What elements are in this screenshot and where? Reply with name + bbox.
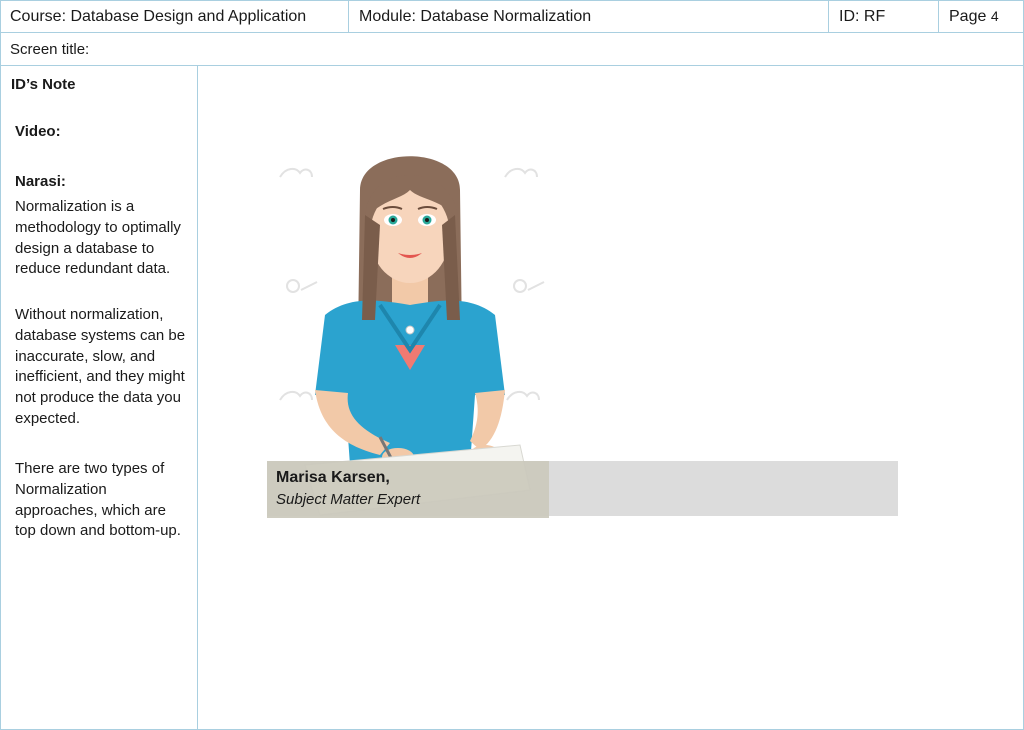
module-label: Module: Database Normalization <box>359 8 592 25</box>
module-cell: Module: Database Normalization <box>348 0 829 33</box>
screen-title-cell: Screen title: <box>0 32 1024 66</box>
video-label: Video: <box>15 123 61 140</box>
presenter-name: Marisa Karsen, <box>276 469 390 486</box>
narration-paragraph-2: Without normalization, database systems … <box>15 306 186 427</box>
screen-title-label: Screen title: <box>10 41 90 58</box>
notes-panel: ID’s Note Video: Narasi: Normalization i… <box>0 65 198 730</box>
page-indicator: Page 4 <box>949 8 999 26</box>
notes-title: ID’s Note <box>11 76 76 93</box>
course-label: Course: Database Design and Application <box>10 8 307 25</box>
narration-paragraph-1: Normalization is a methodology to optima… <box>15 198 181 278</box>
course-cell: Course: Database Design and Application <box>0 0 349 33</box>
narasi-label: Narasi: <box>15 173 66 190</box>
page-label: Page <box>949 8 987 25</box>
id-cell: ID: RF <box>828 0 939 33</box>
page-cell: Page 4 <box>938 0 1024 33</box>
page-number: 4 <box>990 8 999 24</box>
id-label: ID: RF <box>839 8 886 25</box>
narration-paragraph-3: There are two types of Normalization app… <box>15 460 181 540</box>
presenter-role: Subject Matter Expert <box>276 491 421 508</box>
